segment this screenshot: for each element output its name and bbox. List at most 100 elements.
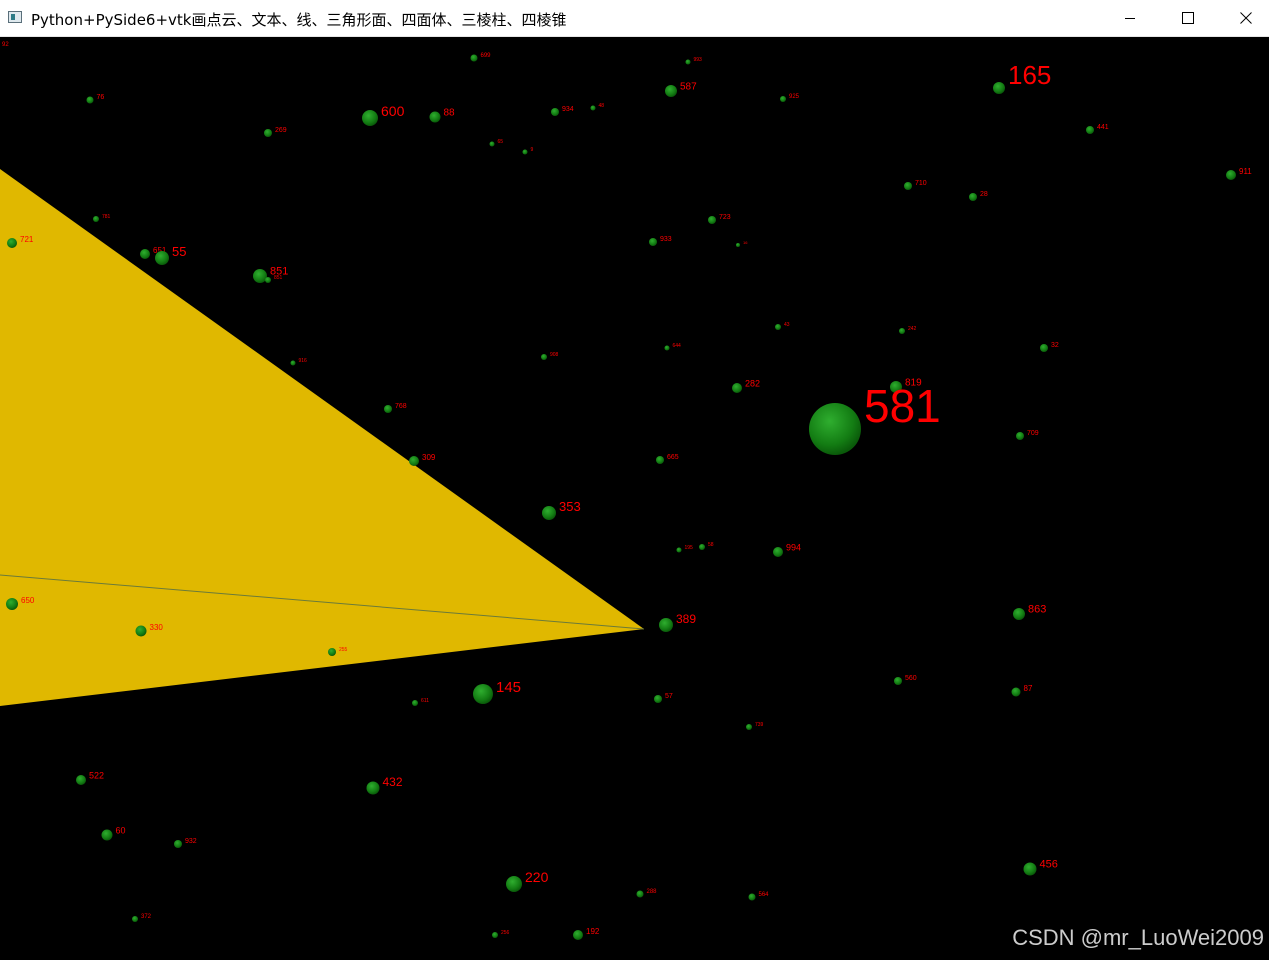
point-label: 781 <box>102 214 111 220</box>
close-button[interactable] <box>1217 0 1269 36</box>
point-label: 58 <box>708 542 714 548</box>
close-icon <box>1240 12 1252 24</box>
cloud-point <box>1011 687 1021 697</box>
cloud-point <box>1040 344 1048 352</box>
point-label: 165 <box>1008 60 1051 90</box>
point-label: 851 <box>274 275 283 281</box>
point-label: 76 <box>97 94 105 101</box>
point-label: 16 <box>743 240 748 245</box>
point-label: 220 <box>525 869 549 885</box>
point-label: 87 <box>1024 684 1033 693</box>
cloud-point <box>773 547 783 557</box>
cloud-point <box>522 149 528 155</box>
cloud-point <box>328 648 336 656</box>
cloud-point <box>1086 126 1094 134</box>
point-label: 710 <box>915 180 927 187</box>
point-label: 255 <box>339 647 348 653</box>
maximize-button[interactable] <box>1159 0 1217 36</box>
cloud-point <box>664 345 670 351</box>
point-label: 242 <box>908 326 917 332</box>
cloud-point <box>492 932 498 938</box>
cloud-point <box>506 876 522 892</box>
point-label: 587 <box>680 82 697 93</box>
cloud-point <box>264 129 272 137</box>
cloud-point <box>541 354 547 360</box>
point-label: 43 <box>784 322 790 328</box>
point-label: 282 <box>745 379 760 389</box>
minimize-button[interactable] <box>1101 0 1159 36</box>
cloud-point <box>708 216 716 224</box>
maximize-icon <box>1182 12 1194 24</box>
cloud-point <box>746 724 752 730</box>
cloud-point <box>86 96 94 104</box>
cloud-point <box>732 383 742 393</box>
cloud-point <box>551 108 559 116</box>
cloud-point <box>894 677 902 685</box>
point-label: 288 <box>647 889 658 895</box>
point-label: 925 <box>789 94 800 100</box>
cloud-point <box>659 618 673 632</box>
point-label: 48 <box>599 103 605 109</box>
cloud-point <box>409 456 419 466</box>
title-bar: Python+PySide6+vtk画点云、文本、线、三角形面、四面体、三棱柱、… <box>0 0 1269 37</box>
yellow-triangle-face <box>0 169 644 706</box>
point-label: 665 <box>667 454 679 461</box>
cloud-point <box>969 193 977 201</box>
cloud-point <box>685 59 691 65</box>
point-label: 522 <box>89 771 104 781</box>
cloud-point <box>265 277 271 283</box>
point-label: 9 <box>531 147 534 153</box>
point-label: 916 <box>299 358 308 364</box>
point-label: 993 <box>694 57 703 63</box>
cloud-point <box>473 684 493 704</box>
point-label: 92 <box>2 42 9 48</box>
point-label: 32 <box>1051 342 1059 349</box>
point-label: 650 <box>21 596 35 605</box>
point-label: 65 <box>498 139 504 145</box>
point-label: 372 <box>141 914 152 920</box>
point-label: 560 <box>905 675 917 682</box>
cloud-point <box>140 249 150 259</box>
point-label: 581 <box>864 380 941 432</box>
point-label: 768 <box>395 403 407 410</box>
cloud-point <box>573 930 583 940</box>
point-label: 330 <box>150 623 164 632</box>
cloud-point <box>76 775 86 785</box>
point-label: 600 <box>381 103 405 119</box>
point-label: 55 <box>172 244 186 259</box>
cloud-point <box>1013 608 1025 620</box>
point-label: 256 <box>501 930 510 936</box>
cloud-point <box>101 829 113 841</box>
cloud-point <box>6 598 18 610</box>
point-label: 28 <box>980 191 988 198</box>
cloud-point <box>1023 862 1037 876</box>
minimize-icon <box>1125 18 1135 19</box>
point-label: 911 <box>1239 167 1252 176</box>
cloud-point <box>384 405 392 413</box>
cloud-point <box>1226 170 1236 180</box>
cloud-point <box>489 141 495 147</box>
point-label: 934 <box>562 106 574 113</box>
cloud-point <box>654 695 662 703</box>
cloud-point <box>253 269 267 283</box>
point-label: 192 <box>586 927 600 936</box>
cloud-point <box>429 111 441 123</box>
cloud-point <box>665 85 677 97</box>
app-window-icon[interactable] <box>8 11 22 23</box>
point-label: 195 <box>685 545 694 551</box>
point-label: 57 <box>665 693 673 700</box>
cloud-point <box>155 251 169 265</box>
point-label: 432 <box>383 775 403 789</box>
cloud-point <box>649 238 657 246</box>
cloud-point <box>1016 432 1024 440</box>
cloud-point <box>362 110 378 126</box>
point-label: 721 <box>20 235 34 244</box>
cloud-point <box>809 403 861 455</box>
cloud-point <box>748 893 756 901</box>
cloud-point <box>93 216 99 222</box>
cloud-point <box>656 456 664 464</box>
point-label: 932 <box>185 838 197 845</box>
cloud-point <box>699 544 705 550</box>
cloud-point <box>412 700 418 706</box>
vtk-render-viewport[interactable]: 92 699 993 76 587 925 165 600 88 934 48 269 65 9 441 91… <box>0 37 1269 960</box>
